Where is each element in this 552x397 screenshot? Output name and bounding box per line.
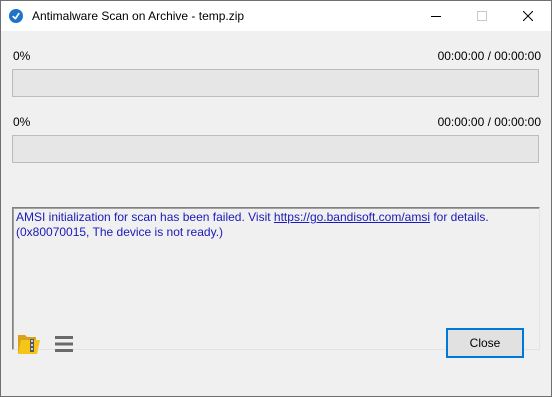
window-title: Antimalware Scan on Archive - temp.zip — [32, 9, 245, 23]
log-message-start: AMSI initialization for scan has been fa… — [16, 210, 274, 224]
minimize-button[interactable] — [413, 1, 459, 31]
progress-bar-1 — [12, 69, 539, 97]
close-icon — [523, 11, 533, 21]
maximize-button — [459, 1, 505, 31]
progress-bar-2 — [12, 135, 539, 163]
progress-2-time: 00:00:00 / 00:00:00 — [437, 115, 541, 129]
progress-1-percent: 0% — [13, 49, 31, 63]
amsi-help-link[interactable]: https://go.bandisoft.com/amsi — [274, 210, 430, 224]
progress-1-time: 00:00:00 / 00:00:00 — [437, 49, 541, 63]
title-bar: Antimalware Scan on Archive - temp.zip — [1, 1, 551, 31]
bandizip-app-icon — [9, 9, 23, 23]
window-close-button[interactable] — [505, 1, 551, 31]
maximize-icon — [477, 11, 487, 21]
minimize-icon — [431, 16, 441, 17]
progress-2-percent: 0% — [13, 115, 31, 129]
close-button[interactable]: Close — [446, 328, 524, 358]
scan-window: Antimalware Scan on Archive - temp.zip 0… — [0, 0, 552, 397]
open-folder-icon[interactable] — [16, 331, 42, 357]
hamburger-menu-icon[interactable] — [53, 333, 75, 355]
